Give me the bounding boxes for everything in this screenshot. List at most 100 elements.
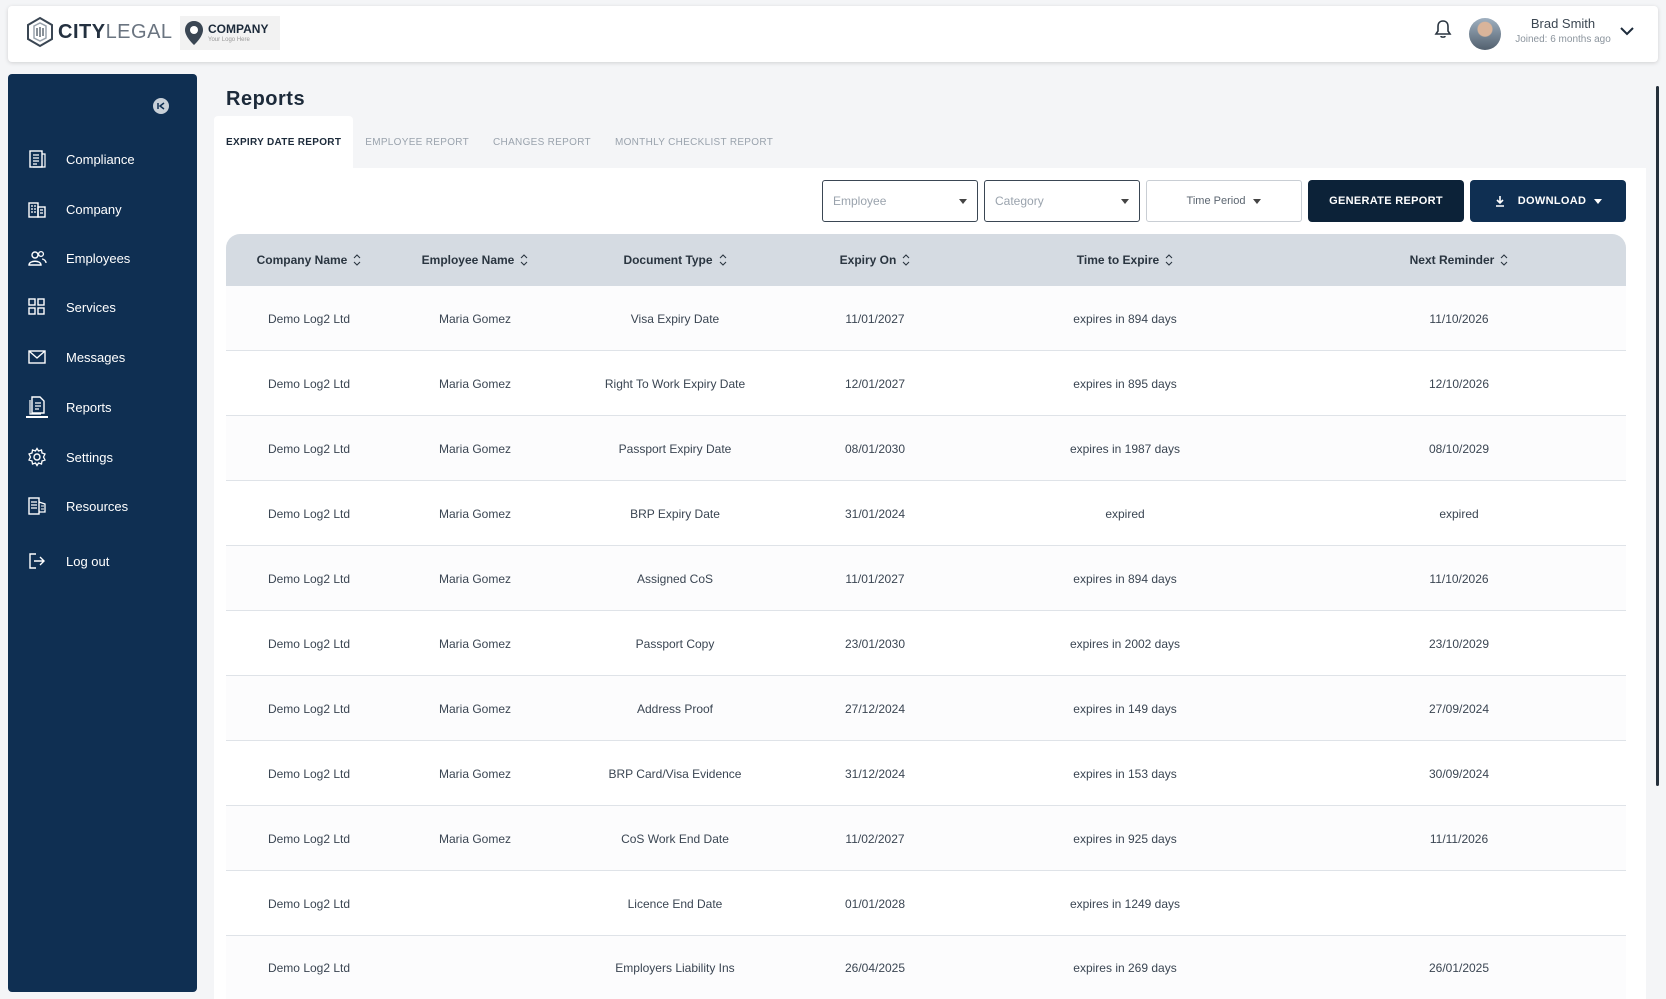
building-icon <box>26 198 48 220</box>
bell-icon[interactable] <box>1432 18 1454 40</box>
sidebar-item-company[interactable]: Company <box>26 194 186 224</box>
cell-time-to-expire: expires in 894 days <box>1073 311 1177 326</box>
table-row[interactable]: Demo Log2 Ltd Maria Gomez CoS Work End D… <box>226 806 1626 871</box>
sidebar-item-resources[interactable]: Resources <box>26 491 186 521</box>
cell-next-reminder: 12/10/2026 <box>1428 376 1490 391</box>
employee-select[interactable]: Employee <box>822 180 978 222</box>
cell-next-reminder: expired <box>1439 506 1479 521</box>
sidebar-item-label: Services <box>66 299 116 315</box>
column-header-next-reminder[interactable]: Next Reminder <box>1292 234 1626 286</box>
table-row[interactable]: Demo Log2 Ltd Maria Gomez Right To Work … <box>226 351 1626 416</box>
time-period-select[interactable]: Time Period <box>1146 180 1302 222</box>
cell-employee-name: Maria Gomez <box>438 441 512 456</box>
tab-employee-report[interactable]: EMPLOYEE REPORT <box>353 116 481 168</box>
table-row[interactable]: Demo Log2 Ltd Maria Gomez BRP Card/Visa … <box>226 741 1626 806</box>
cell-company-name: Demo Log2 Ltd <box>267 571 351 586</box>
cell-time-to-expire: expires in 925 days <box>1073 831 1177 846</box>
cell-company-name: Demo Log2 Ltd <box>267 831 351 846</box>
collapse-icon <box>157 102 165 110</box>
cell-employee-name: Maria Gomez <box>438 311 512 326</box>
tab-monthly-checklist-report[interactable]: MONTHLY CHECKLIST REPORT <box>603 116 785 168</box>
brand-logo[interactable]: CITYLEGAL <box>26 16 173 48</box>
cell-company-name: Demo Log2 Ltd <box>267 441 351 456</box>
cell-next-reminder: 27/09/2024 <box>1428 701 1490 716</box>
tab-expiry-date-report[interactable]: EXPIRY DATE REPORT <box>214 116 354 168</box>
cell-employee-name: Maria Gomez <box>438 506 512 521</box>
citylegal-logo-icon <box>27 16 53 48</box>
users-icon <box>26 247 48 269</box>
dropdown-caret-icon <box>1253 198 1262 204</box>
gear-icon <box>26 446 48 468</box>
table-row[interactable]: Demo Log2 Ltd Maria Gomez Passport Expir… <box>226 416 1626 481</box>
cell-expiry-on: 12/01/2027 <box>844 376 906 391</box>
cell-next-reminder: 11/10/2026 <box>1429 311 1489 326</box>
category-select[interactable]: Category <box>984 180 1140 222</box>
table-row[interactable]: Demo Log2 Ltd Maria Gomez BRP Expiry Dat… <box>226 481 1626 546</box>
tab-changes-report[interactable]: CHANGES REPORT <box>481 116 603 168</box>
cell-expiry-on: 31/12/2024 <box>844 766 906 781</box>
cell-employee-name <box>392 936 558 999</box>
column-header-document-type[interactable]: Document Type <box>558 234 792 286</box>
sidebar-item-reports[interactable]: Reports <box>26 392 186 422</box>
user-name: Brad Smith <box>1530 16 1596 31</box>
cell-document-type: Licence End Date <box>627 896 723 911</box>
table-row[interactable]: Demo Log2 Ltd Maria Gomez Visa Expiry Da… <box>226 286 1626 351</box>
cell-next-reminder: 23/10/2029 <box>1428 636 1490 651</box>
company-logo-name: COMPANY <box>208 22 269 36</box>
sidebar-item-employees[interactable]: Employees <box>26 243 186 273</box>
sidebar-item-messages[interactable]: Messages <box>26 342 186 372</box>
download-button[interactable]: DOWNLOAD <box>1470 180 1626 222</box>
company-logo: COMPANY Your Logo Here <box>180 16 280 50</box>
page-scrollbar[interactable] <box>1656 86 1659 786</box>
table-row[interactable]: Demo Log2 Ltd Maria Gomez Assigned CoS 1… <box>226 546 1626 611</box>
cell-next-reminder: 11/11/2026 <box>1429 831 1489 846</box>
column-header-employee-name[interactable]: Employee Name <box>392 234 558 286</box>
cell-next-reminder: 26/01/2025 <box>1428 960 1490 975</box>
sidebar: Compliance Company Employees Services Me… <box>8 74 197 992</box>
column-header-label: Company Name <box>256 253 348 267</box>
employee-select-placeholder: Employee <box>833 194 887 208</box>
cell-employee-name: Maria Gomez <box>438 701 512 716</box>
cell-document-type: Passport Copy <box>635 636 715 651</box>
dropdown-caret-icon <box>1594 198 1603 204</box>
cell-document-type: Employers Liability Ins <box>615 960 735 975</box>
sidebar-item-logout[interactable]: Log out <box>26 546 186 576</box>
generate-report-button[interactable]: GENERATE REPORT <box>1308 180 1464 222</box>
sidebar-item-label: Reports <box>66 399 112 415</box>
sort-icon <box>902 254 910 266</box>
generate-report-label: GENERATE REPORT <box>1329 195 1443 207</box>
user-info[interactable]: Brad Smith Joined: 6 months ago <box>1504 16 1622 45</box>
column-header-time-to-expire[interactable]: Time to Expire <box>958 234 1292 286</box>
table-row[interactable]: Demo Log2 Ltd Licence End Date 01/01/202… <box>226 871 1626 936</box>
collapse-sidebar-button[interactable] <box>153 98 169 114</box>
column-header-company-name[interactable]: Company Name <box>226 234 392 286</box>
cell-expiry-on: 27/12/2024 <box>844 701 906 716</box>
sort-icon <box>520 254 528 266</box>
sidebar-item-label: Company <box>66 201 122 217</box>
column-header-expiry-on[interactable]: Expiry On <box>792 234 958 286</box>
column-header-label: Next Reminder <box>1409 253 1495 267</box>
cell-next-reminder: 08/10/2029 <box>1428 441 1490 456</box>
cell-employee-name <box>392 871 558 936</box>
sidebar-item-label: Log out <box>66 553 110 569</box>
chevron-down-icon[interactable] <box>1618 22 1636 40</box>
resources-icon <box>26 495 48 517</box>
table-row[interactable]: Demo Log2 Ltd Employers Liability Ins 26… <box>226 936 1626 999</box>
dropdown-caret-icon <box>959 199 967 204</box>
table-row[interactable]: Demo Log2 Ltd Maria Gomez Address Proof … <box>226 676 1626 741</box>
sidebar-item-settings[interactable]: Settings <box>26 442 186 472</box>
column-header-label: Employee Name <box>421 253 515 267</box>
category-select-placeholder: Category <box>995 194 1044 208</box>
report-tabs: EXPIRY DATE REPORT EMPLOYEE REPORT CHANG… <box>214 116 785 168</box>
avatar[interactable] <box>1469 18 1501 50</box>
cell-employee-name: Maria Gomez <box>438 376 512 391</box>
sidebar-item-compliance[interactable]: Compliance <box>26 144 186 174</box>
table-row[interactable]: Demo Log2 Ltd Maria Gomez Passport Copy … <box>226 611 1626 676</box>
cell-company-name: Demo Log2 Ltd <box>267 506 351 521</box>
cell-next-reminder <box>1292 871 1626 936</box>
dropdown-caret-icon <box>1121 199 1129 204</box>
sidebar-item-services[interactable]: Services <box>26 292 186 322</box>
cell-time-to-expire: expires in 895 days <box>1073 376 1177 391</box>
cell-employee-name: Maria Gomez <box>438 766 512 781</box>
cell-expiry-on: 31/01/2024 <box>844 506 906 521</box>
